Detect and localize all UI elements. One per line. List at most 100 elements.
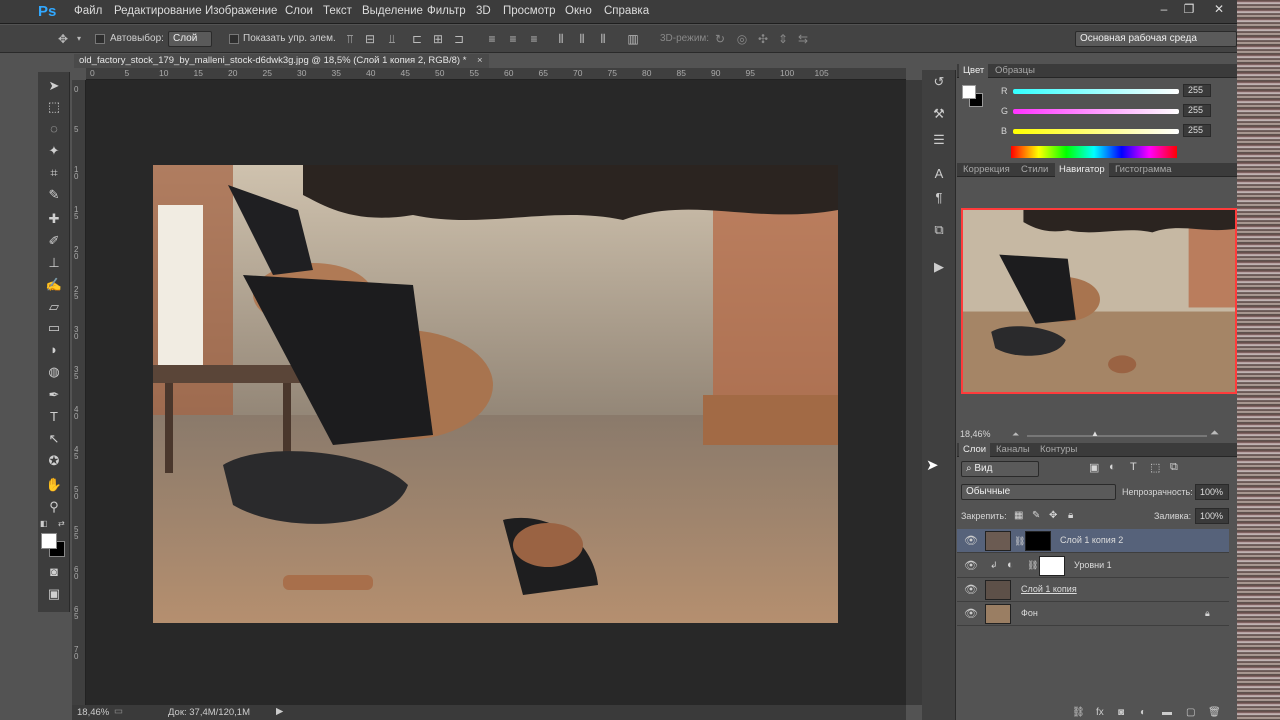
color-spectrum[interactable] <box>1011 146 1177 158</box>
tab-adjustments[interactable]: Коррекция <box>959 163 1014 177</box>
tab-paths[interactable]: Контуры <box>1036 443 1081 457</box>
distribute-bottom-icon[interactable]: ≡ <box>527 32 541 46</box>
menu-3d[interactable]: 3D <box>476 5 491 17</box>
magic-wand-icon[interactable]: ✦ <box>42 141 66 161</box>
filter-shape-icon[interactable]: ⬚ <box>1150 461 1160 474</box>
trash-icon[interactable]: 🗑︎ <box>1208 707 1221 718</box>
3d-scale-icon[interactable]: ⇆ <box>796 32 810 46</box>
filter-type-icon[interactable]: T <box>1130 461 1137 473</box>
tab-swatches[interactable]: Образцы <box>991 64 1039 78</box>
lasso-tool-icon[interactable]: ◌ <box>42 119 66 139</box>
document-image[interactable] <box>153 165 838 623</box>
align-left-icon[interactable]: ⊏ <box>410 32 424 46</box>
layer-mask-thumbnail[interactable] <box>1039 556 1065 576</box>
r-value[interactable]: 255 <box>1183 84 1211 97</box>
swap-colors-icon[interactable]: ⇄ <box>58 519 65 528</box>
lock-pixels-icon[interactable]: ✎ <box>1032 510 1040 521</box>
mask-icon[interactable]: ◙ <box>1118 707 1124 718</box>
folder-icon[interactable]: ▬ <box>1162 707 1172 718</box>
shape-tool-icon[interactable]: ✪ <box>42 451 66 471</box>
link-icon[interactable]: ⛓ <box>1072 707 1085 718</box>
history-panel-icon[interactable]: ↺ <box>929 72 949 92</box>
b-slider[interactable] <box>1013 129 1179 134</box>
3d-panel-icon[interactable]: ⧉ <box>929 220 949 240</box>
menu-edit[interactable]: Редактирование <box>114 5 202 17</box>
distribute-hcenter-icon[interactable]: ⦀ <box>575 32 589 46</box>
navigator-zoom[interactable]: 18,46% <box>960 429 991 439</box>
eye-icon[interactable]: 👁︎ <box>964 560 978 572</box>
align-hcenter-icon[interactable]: ⊞ <box>431 32 445 46</box>
tab-styles[interactable]: Стили <box>1017 163 1052 177</box>
tab-layers[interactable]: Слои <box>959 443 991 457</box>
layer-name[interactable]: Фон <box>1021 608 1038 618</box>
properties-panel-icon[interactable]: ☰ <box>929 130 949 150</box>
r-slider[interactable] <box>1013 89 1179 94</box>
menu-layers[interactable]: Слои <box>285 5 313 17</box>
tab-channels[interactable]: Каналы <box>992 443 1034 457</box>
distribute-top-icon[interactable]: ≡ <box>485 32 499 46</box>
autoselect-checkbox[interactable] <box>95 34 105 44</box>
layer-row[interactable]: 👁︎ ↲ ◐ ⛓ Уровни 1 <box>957 554 1229 578</box>
hand-tool-icon[interactable]: ✋ <box>42 475 66 495</box>
blend-mode-dropdown[interactable]: Обычные <box>961 484 1116 500</box>
g-value[interactable]: 255 <box>1183 104 1211 117</box>
pen-tool-icon[interactable]: ✒ <box>42 385 66 405</box>
filter-adjustment-icon[interactable]: ◐ <box>1109 461 1116 473</box>
menu-filter[interactable]: Фильтр <box>427 5 466 17</box>
auto-align-icon[interactable]: ▥ <box>626 32 640 46</box>
chain-icon[interactable]: ⛓ <box>1027 560 1038 571</box>
crop-tool-icon[interactable]: ⌗ <box>42 163 66 183</box>
zoom-tool-icon[interactable]: ⚲ <box>42 497 66 517</box>
layer-name[interactable]: Слой 1 копия 2 <box>1060 535 1123 545</box>
healing-brush-icon[interactable]: ✚ <box>42 209 66 229</box>
navigator-zoom-slider[interactable] <box>1027 435 1207 437</box>
workspace-dropdown[interactable]: Основная рабочая среда <box>1075 31 1237 47</box>
actions-panel-icon[interactable]: ▶ <box>929 257 949 277</box>
close-tab-icon[interactable]: × <box>477 55 483 66</box>
autoselect-dropdown[interactable]: Слой <box>168 31 212 47</box>
document-tab[interactable]: old_factory_stock_179_by_malleni_stock-d… <box>74 54 489 68</box>
fx-icon[interactable]: fx <box>1096 707 1104 718</box>
brush-tool-icon[interactable]: ✐ <box>42 231 66 251</box>
foreground-color-swatch[interactable] <box>41 533 57 549</box>
align-bottom-icon[interactable]: ⫫ <box>385 32 399 46</box>
restore-button[interactable]: ❐ <box>1180 2 1198 16</box>
gradient-tool-icon[interactable]: ▭ <box>42 318 66 338</box>
3d-roll-icon[interactable]: ◎ <box>735 32 749 46</box>
canvas-scrollbar[interactable] <box>906 80 922 705</box>
layer-mask-thumbnail[interactable] <box>1025 531 1051 551</box>
paragraph-panel-icon[interactable]: ¶ <box>929 188 949 208</box>
align-top-icon[interactable]: ⫪ <box>343 32 357 46</box>
tool-presets-icon[interactable]: ⚒ <box>929 104 949 124</box>
distribute-vcenter-icon[interactable]: ≡ <box>506 32 520 46</box>
3d-rotate-icon[interactable]: ↻ <box>713 32 727 46</box>
3d-pan-icon[interactable]: ✣ <box>756 32 770 46</box>
history-brush-icon[interactable]: ✍ <box>42 275 66 295</box>
move-tool-icon[interactable]: ➤ <box>42 76 66 96</box>
eyedropper-icon[interactable]: ✎ <box>42 185 66 205</box>
layer-filter-dropdown[interactable]: ⌕ Вид <box>961 461 1039 477</box>
eye-icon[interactable]: 👁︎ <box>964 608 978 620</box>
distribute-right-icon[interactable]: ⦀ <box>596 32 610 46</box>
quick-mask-icon[interactable]: ◙ <box>42 562 66 582</box>
menu-image[interactable]: Изображение <box>205 5 277 17</box>
layer-name[interactable]: Уровни 1 <box>1074 560 1112 570</box>
filter-smart-icon[interactable]: ⧉ <box>1170 461 1178 474</box>
show-controls-checkbox[interactable] <box>229 34 239 44</box>
type-tool-icon[interactable]: T <box>42 407 66 427</box>
menu-file[interactable]: Файл <box>74 5 102 17</box>
tab-color[interactable]: Цвет <box>959 64 989 78</box>
filter-pixel-icon[interactable]: ▣ <box>1089 461 1099 474</box>
status-mode-icon[interactable]: ▭ <box>114 706 123 717</box>
tab-histogram[interactable]: Гистограмма <box>1111 163 1176 177</box>
zoom-slider-handle[interactable]: ▲ <box>1091 429 1099 438</box>
layer-name[interactable]: Слой 1 копия <box>1021 584 1077 594</box>
eye-icon[interactable]: 👁︎ <box>964 535 978 547</box>
status-menu-icon[interactable]: ▶ <box>276 706 283 717</box>
distribute-left-icon[interactable]: ⦀ <box>554 32 568 46</box>
marquee-tool-icon[interactable]: ⬚ <box>42 97 66 117</box>
lock-position-icon[interactable]: ✥ <box>1049 510 1057 521</box>
b-value[interactable]: 255 <box>1183 124 1211 137</box>
minimize-button[interactable]: – <box>1155 2 1173 16</box>
blur-tool-icon[interactable]: ◗ <box>42 340 66 360</box>
